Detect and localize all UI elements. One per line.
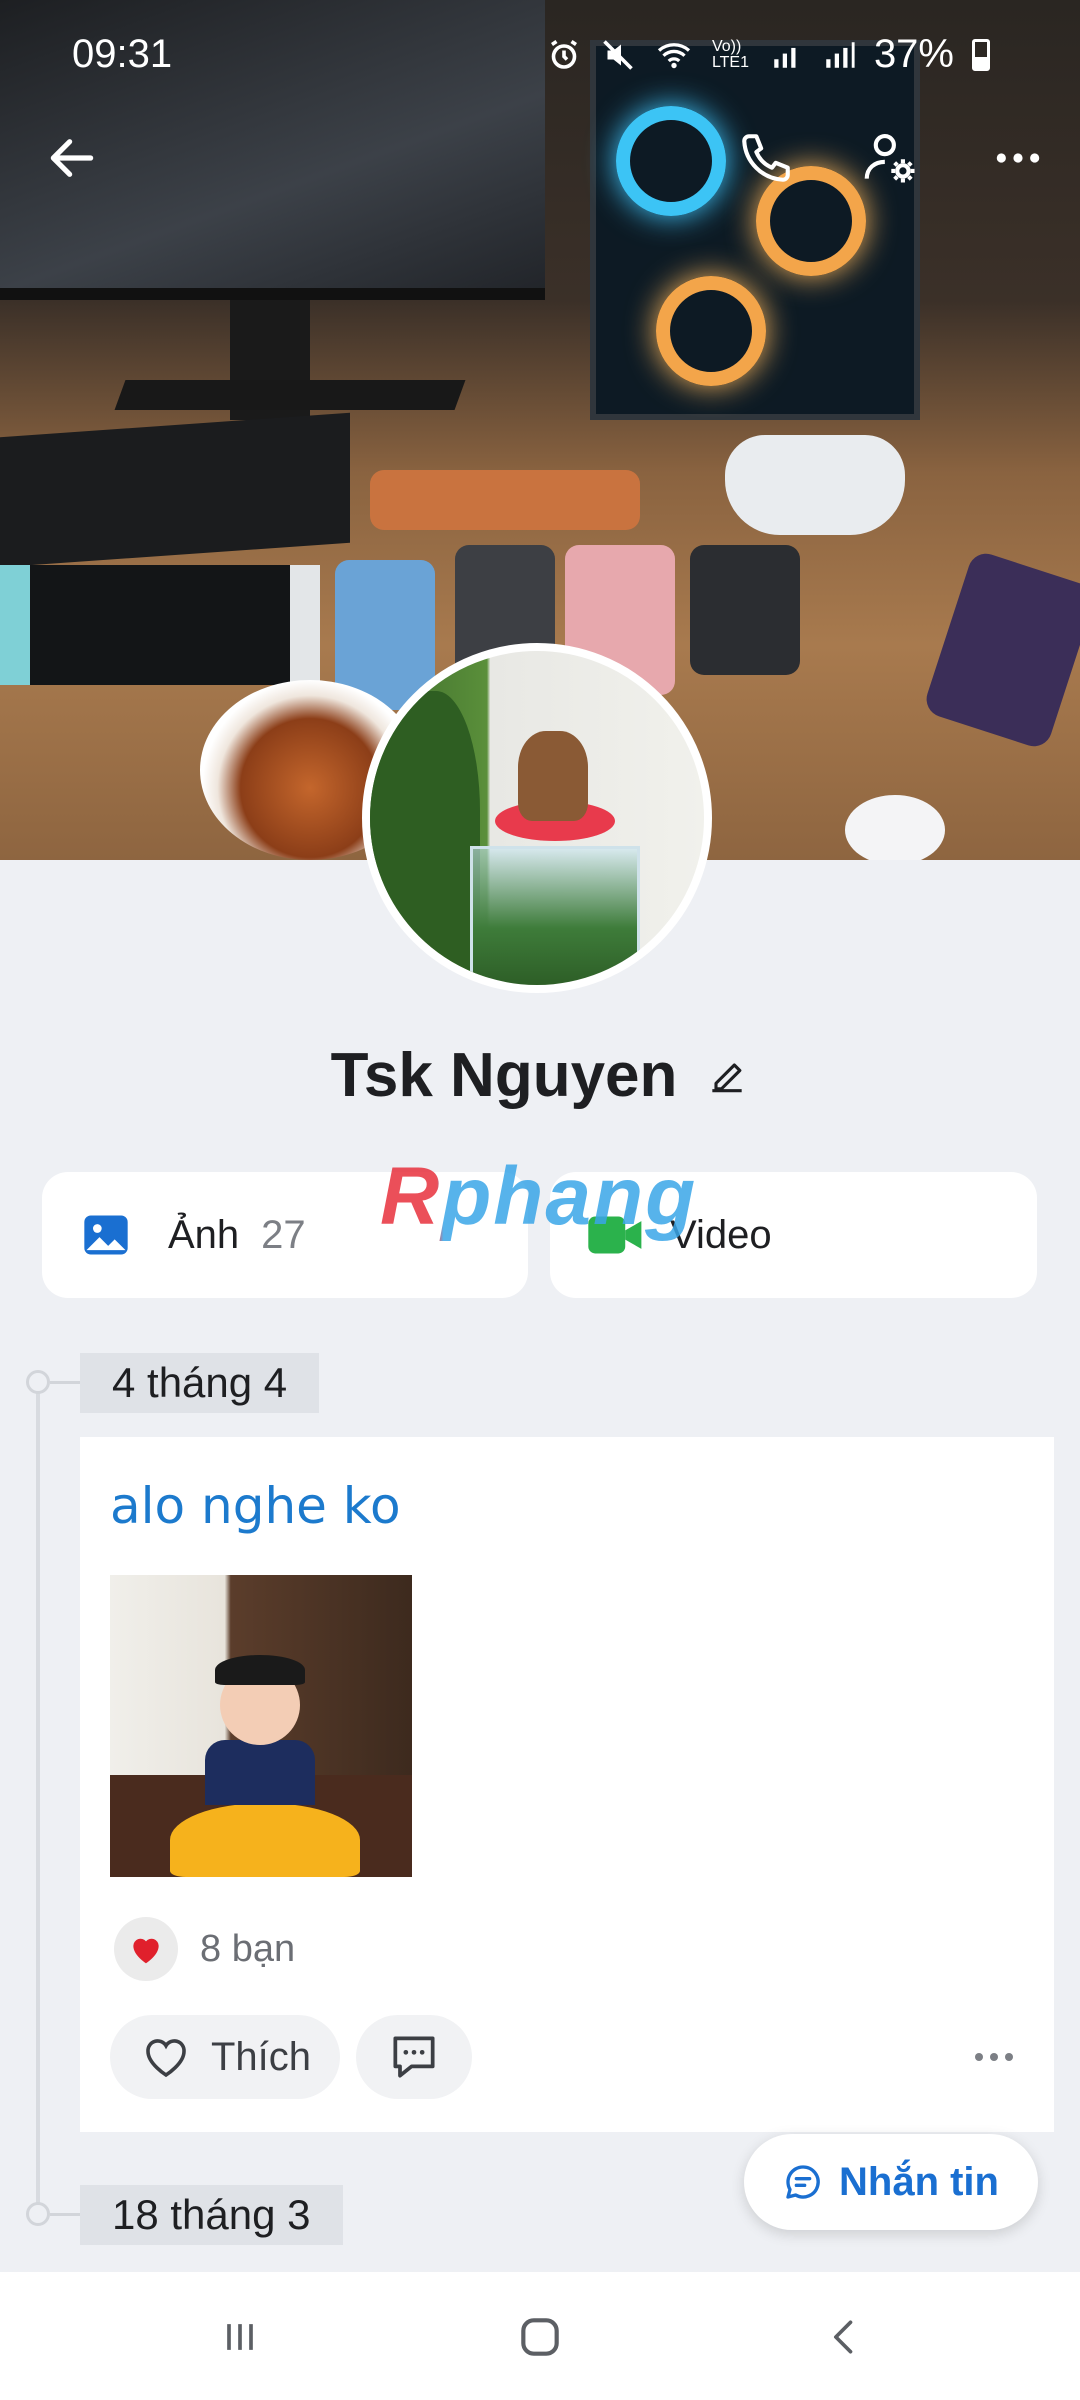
avatar-tree [370, 691, 480, 985]
avatar-aquarium [470, 846, 640, 985]
like-label: Thích [210, 2034, 312, 2079]
mute-icon [603, 39, 633, 70]
cover-console [0, 565, 320, 685]
like-button[interactable]: Thích [110, 2015, 340, 2099]
more-options-button[interactable] [978, 118, 1058, 198]
watermark-logo: Rphang [380, 1151, 698, 1242]
timeline-connector [50, 1381, 80, 1384]
comment-icon [393, 2036, 435, 2078]
timeline-line [36, 1382, 40, 2222]
cover-gamepad [725, 435, 905, 535]
wifi-icon [657, 42, 691, 68]
photo-skirt [170, 1803, 360, 1877]
system-nav-bar [0, 2272, 1080, 2400]
pencil-icon[interactable] [705, 1054, 749, 1098]
avatar-figurine [518, 731, 588, 821]
network-label: Vo)) LTE1 [711, 37, 749, 71]
nav-back-button[interactable] [805, 2302, 885, 2372]
recents-button[interactable] [200, 2302, 280, 2372]
cover-phone [370, 470, 640, 530]
more-dot [1005, 2053, 1013, 2061]
battery-icon [972, 38, 990, 71]
signal-icon [774, 47, 796, 68]
battery-percent: 37% [873, 32, 954, 76]
arrow-left-icon [50, 139, 94, 177]
home-button[interactable] [500, 2302, 580, 2372]
timeline-post[interactable]: alo nghe ko 8 bạn Thích [80, 1437, 1054, 2132]
profile-name: Tsk Nguyen [330, 1041, 678, 1110]
cover-keyboard [0, 412, 350, 568]
timeline-dot [26, 2202, 50, 2226]
heart-icon [133, 1938, 159, 1964]
signal-icon [826, 41, 855, 68]
more-dot [990, 2053, 998, 2061]
image-icon [84, 1215, 128, 1255]
status-time: 09:31 [72, 32, 173, 76]
photos-label: Ảnh [168, 1212, 240, 1257]
profile-name-row: Tsk Nguyen [0, 1040, 1080, 1111]
photo-dress [205, 1740, 315, 1805]
heart-reaction [114, 1917, 178, 1981]
reaction-summary[interactable]: 8 bạn [114, 1917, 295, 1981]
message-button[interactable]: Nhắn tin [744, 2134, 1038, 2230]
call-button[interactable] [726, 118, 806, 198]
back-chevron-icon [834, 2320, 853, 2354]
more-horizontal-icon [996, 153, 1040, 163]
post-photo[interactable] [110, 1575, 412, 1877]
cover-fan [616, 106, 726, 216]
reaction-count: 8 bạn [200, 1927, 296, 1970]
cover-monitor-base [114, 380, 466, 410]
profile-settings-button[interactable] [850, 118, 930, 198]
photos-count: 27 [261, 1212, 306, 1257]
heart-outline-icon [146, 2039, 186, 2078]
chat-bubble-icon [786, 2165, 820, 2199]
cover-mouse [845, 795, 945, 860]
phone-icon [742, 134, 790, 182]
status-icons: Vo)) LTE1 37% [546, 32, 990, 77]
cover-phone [690, 545, 800, 675]
more-dot [975, 2053, 983, 2061]
recents-icon [227, 2324, 253, 2350]
comment-button[interactable] [356, 2015, 472, 2099]
user-gear-icon [864, 133, 915, 183]
timeline-connector [50, 2213, 80, 2216]
message-label: Nhắn tin [839, 2159, 999, 2204]
post-text: alo nghe ko [110, 1477, 401, 1535]
profile-avatar[interactable] [362, 643, 712, 993]
back-button[interactable] [32, 118, 112, 198]
home-icon [521, 2318, 559, 2356]
alarm-icon [550, 39, 577, 69]
cover-phone [921, 549, 1080, 751]
timeline-date: 18 tháng 3 [80, 2185, 343, 2245]
photo-bow [215, 1655, 305, 1685]
status-bar: 09:31 Vo)) LTE1 37% [0, 0, 1080, 100]
cover-fan [656, 276, 766, 386]
post-more-button[interactable] [964, 2037, 1024, 2077]
timeline-dot [26, 1370, 50, 1394]
timeline-date: 4 tháng 4 [80, 1353, 320, 1413]
